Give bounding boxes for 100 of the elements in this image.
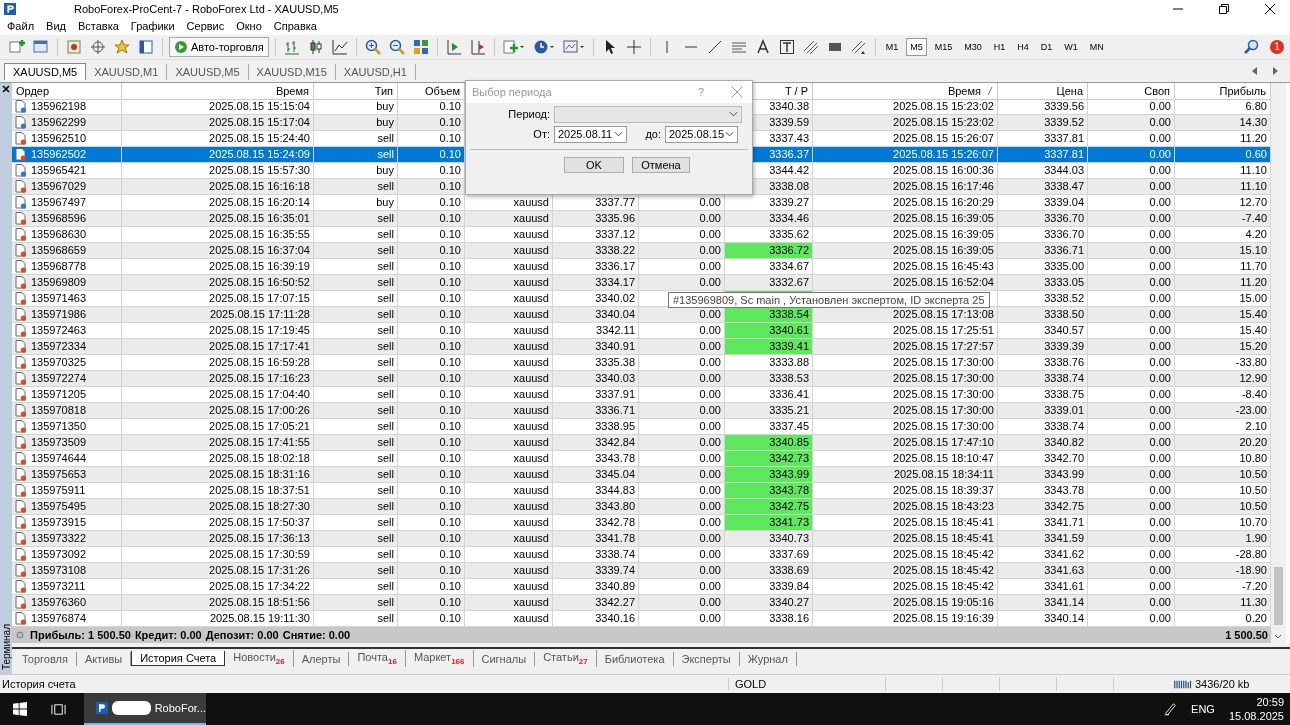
table-cell: 2025.08.15 18:45:42	[813, 562, 998, 579]
table-cell: 3338.74	[553, 546, 639, 563]
table-cell: 0.00	[1088, 610, 1175, 627]
table-cell: 3335.96	[553, 210, 639, 227]
table-cell: xauusd	[465, 562, 553, 579]
table-cell: sell	[314, 146, 398, 163]
table-cell: 0.00	[639, 578, 725, 595]
table-cell: 3341.14	[998, 594, 1088, 611]
table-cell: 135972334	[31, 338, 87, 354]
table-cell: 3338.74	[998, 370, 1088, 387]
table-cell: 2025.08.15 16:00:36	[813, 162, 998, 179]
table-cell: sell	[314, 290, 398, 307]
table-cell: 135968659	[31, 242, 87, 258]
table-cell: 3340.27	[725, 594, 813, 611]
table-cell: 135973108	[31, 562, 87, 578]
table-cell: 0.00	[639, 546, 725, 563]
table-cell: 135967497	[31, 194, 87, 210]
table-cell: 2025.08.15 17:05:21	[122, 418, 314, 435]
table-cell: 2025.08.15 17:00:26	[122, 402, 314, 419]
table-cell: 3342.27	[553, 594, 639, 611]
table-cell: 3340.73	[725, 530, 813, 547]
table-cell: 2025.08.15 18:39:37	[813, 482, 998, 499]
field-label: От:	[532, 128, 550, 141]
table-cell: 3340.04	[553, 306, 639, 323]
table-cell: 0.00	[639, 610, 725, 627]
table-cell: 2025.08.15 16:52:04	[813, 274, 998, 291]
table-cell: 0.00	[639, 386, 725, 403]
table-cell: 135962299	[31, 114, 87, 130]
table-cell: 3338.16	[725, 610, 813, 627]
table-cell: 0.10	[398, 370, 465, 387]
table-cell: sell	[314, 402, 398, 419]
table-cell: 2025.08.15 15:23:02	[813, 98, 998, 115]
table-cell: xauusd	[465, 450, 553, 467]
table-cell: 135971986	[31, 306, 87, 322]
table-cell: 2025.08.15 17:30:00	[813, 370, 998, 387]
table-cell: 2025.08.15 17:30:00	[813, 402, 998, 419]
table-cell: sell	[314, 450, 398, 467]
table-cell: sell	[314, 530, 398, 547]
table-cell: 0.10	[398, 498, 465, 515]
table-cell: 2025.08.15 16:39:05	[813, 242, 998, 259]
table-cell: 2025.08.15 18:43:23	[813, 498, 998, 515]
table-cell: 3336.70	[998, 210, 1088, 227]
table-cell: sell	[314, 578, 398, 595]
table-cell: 3334.67	[725, 258, 813, 275]
table-cell: 0.00	[639, 274, 725, 291]
table-cell: 3345.04	[553, 466, 639, 483]
table-cell: 0.10	[398, 386, 465, 403]
table-cell: 0.10	[398, 194, 465, 211]
table-cell: 3340.14	[998, 610, 1088, 627]
table-cell: 0.10	[398, 306, 465, 323]
table-cell: 3339.01	[998, 402, 1088, 419]
table-cell: 3341.71	[998, 514, 1088, 531]
table-cell: 0.00	[1088, 226, 1175, 243]
table-cell: 3344.83	[553, 482, 639, 499]
table-cell: 3338.76	[998, 354, 1088, 371]
table-cell: 2025.08.15 18:37:51	[122, 482, 314, 499]
table-cell: xauusd	[465, 370, 553, 387]
table-cell: xauusd	[465, 306, 553, 323]
table-cell: 135973322	[31, 530, 87, 546]
table-cell: 0.10	[398, 418, 465, 435]
table-cell: 3340.89	[553, 578, 639, 595]
table-cell: 0.00	[1088, 370, 1175, 387]
table-cell: sell	[314, 498, 398, 515]
table-cell: 135975653	[31, 466, 87, 482]
table-cell: 0.00	[1088, 434, 1175, 451]
table-cell: 135973092	[31, 546, 87, 562]
table-cell: 3342.70	[998, 450, 1088, 467]
table-cell: 0.00	[1088, 194, 1175, 211]
table-cell: 0.00	[1088, 274, 1175, 291]
table-cell: 0.00	[1088, 146, 1175, 163]
table-cell: 135962502	[31, 146, 87, 162]
table-cell: 3342.75	[998, 498, 1088, 515]
table-cell: 0.00	[1088, 418, 1175, 435]
table-cell: 0.00	[1088, 482, 1175, 499]
table-cell: 2025.08.15 16:17:46	[813, 178, 998, 195]
table-cell: xauusd	[465, 434, 553, 451]
table-cell: xauusd	[465, 514, 553, 531]
table-cell: sell	[314, 274, 398, 291]
table-cell: 135973915	[31, 514, 87, 530]
table-cell: 0.10	[398, 354, 465, 371]
table-cell: 3336.17	[553, 258, 639, 275]
table-cell: sell	[314, 338, 398, 355]
table-cell: 2025.08.15 17:17:41	[122, 338, 314, 355]
table-cell: 3337.45	[725, 418, 813, 435]
table-cell: 0.00	[1088, 594, 1175, 611]
table-cell: 0.00	[639, 530, 725, 547]
table-cell: xauusd	[465, 274, 553, 291]
table-cell: 3332.67	[725, 274, 813, 291]
table-cell: 3340.57	[998, 322, 1088, 339]
summary-total: 1 500.50	[1225, 628, 1269, 641]
table-cell: 2025.08.15 18:45:42	[813, 546, 998, 563]
table-cell: sell	[314, 178, 398, 195]
table-cell: 2025.08.15 19:16:39	[813, 610, 998, 627]
table-cell: 3344.03	[998, 162, 1088, 179]
table-cell: 2025.08.15 18:02:18	[122, 450, 314, 467]
table-cell: 3339.84	[725, 578, 813, 595]
table-cell: 3340.16	[553, 610, 639, 627]
table-cell: sell	[314, 482, 398, 499]
table-cell: 3340.82	[998, 434, 1088, 451]
table-cell: 3334.17	[553, 274, 639, 291]
